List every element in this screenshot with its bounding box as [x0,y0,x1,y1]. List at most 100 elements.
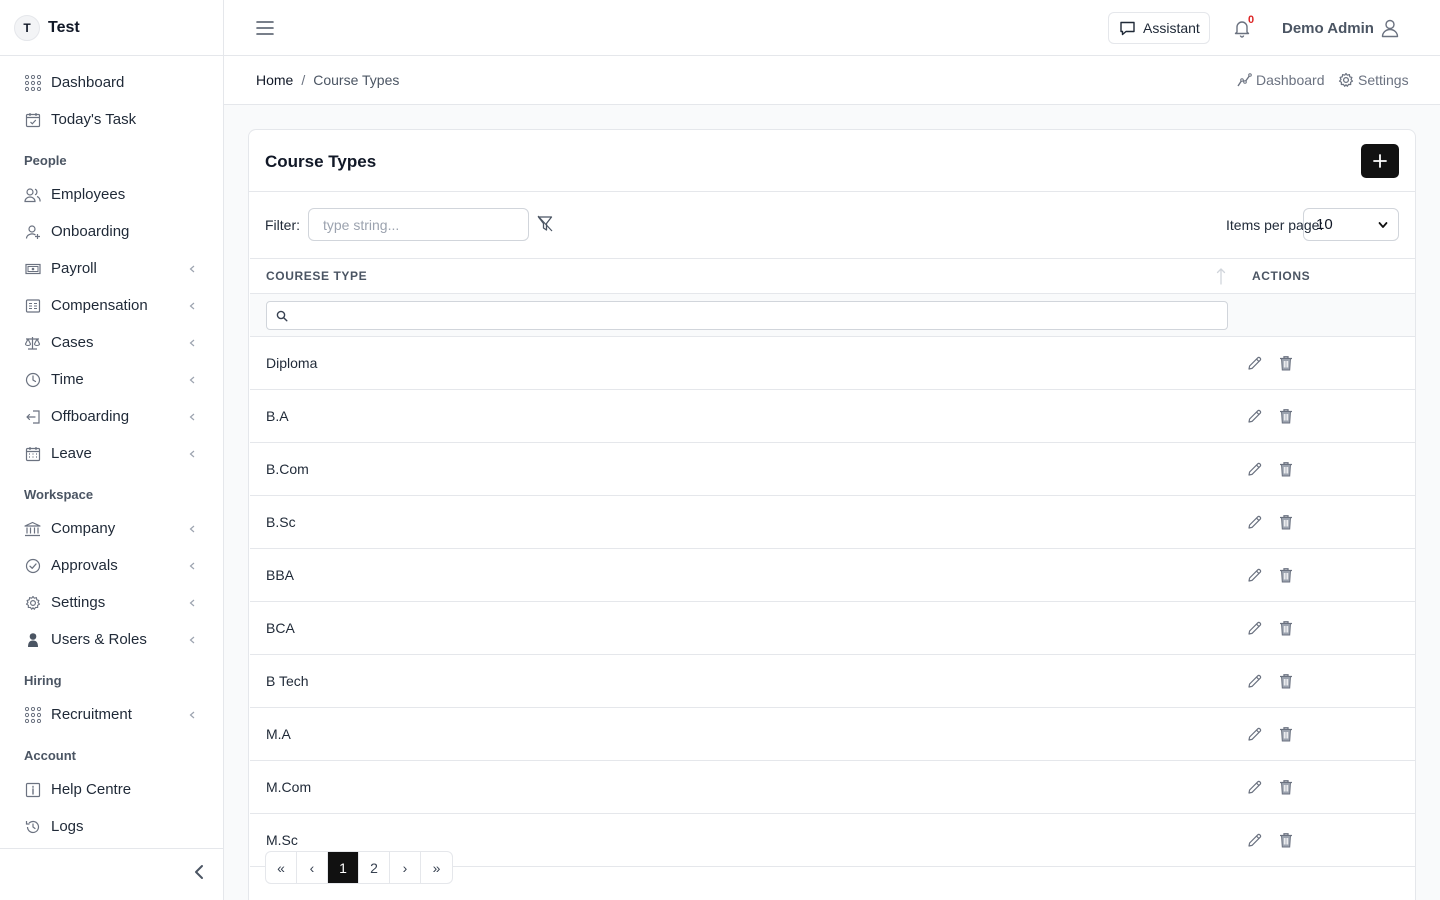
column-header-course-type[interactable]: COURESE TYPE [250,258,1236,294]
sidebar-item-label: Payroll [51,260,97,277]
sidebar-section-hiring: Hiring [24,673,62,688]
delete-trash-icon[interactable] [1279,514,1293,530]
delete-trash-icon[interactable] [1279,620,1293,636]
column-search-input[interactable] [266,300,1228,330]
plus-icon [1373,154,1387,168]
delete-trash-icon[interactable] [1279,726,1293,742]
prev-page-button[interactable]: ‹ [297,852,328,883]
delete-trash-icon[interactable] [1279,355,1293,371]
delete-trash-icon[interactable] [1279,673,1293,689]
course-type-cell: BBA [250,548,1236,602]
gear-icon [24,594,41,611]
sidebar-item-cases[interactable]: Cases [0,324,223,361]
sidebar-item-label: Company [51,520,116,537]
edit-pencil-icon[interactable] [1246,567,1263,584]
sidebar-item-label: Onboarding [51,223,130,240]
course-type-cell: M.Com [250,760,1236,814]
delete-trash-icon[interactable] [1279,408,1293,424]
course-type-cell: B Tech [250,654,1236,708]
sidebar-item-onboarding[interactable]: Onboarding [0,213,223,250]
sidebar-item-company[interactable]: Company [0,510,223,547]
card-header: Course Types [249,130,1415,192]
sidebar-section-account: Account [24,748,76,763]
table-row: Diploma [250,336,1415,390]
edit-pencil-icon[interactable] [1246,832,1263,849]
user-shield-icon [24,631,41,648]
course-type-cell: B.Sc [250,495,1236,549]
last-page-button[interactable]: » [421,852,452,883]
edit-pencil-icon[interactable] [1246,408,1263,425]
filter-input[interactable] [308,208,529,241]
table-row: BCA [250,601,1415,655]
first-page-button[interactable]: « [266,852,297,883]
items-per-page-select[interactable]: 10 [1303,208,1399,241]
collapse-sidebar-icon[interactable] [193,864,205,885]
sidebar-item-time[interactable]: Time [0,361,223,398]
sidebar-item-label: Settings [51,594,106,611]
chevron-left-icon [189,413,197,421]
page-button-1[interactable]: 1 [328,852,359,883]
sidebar-item-offboarding[interactable]: Offboarding [0,398,223,435]
brand[interactable]: T Test [0,0,223,56]
sidebar-item-recruitment[interactable]: Recruitment [0,696,223,733]
quick-link-dashboard[interactable]: Dashboard [1236,72,1325,88]
sidebar-item-help-centre[interactable]: Help Centre [0,771,223,808]
breadcrumb-home-link[interactable]: Home [256,72,293,88]
edit-pencil-icon[interactable] [1246,620,1263,637]
sidebar-collapse-bar [0,848,223,900]
table-row: M.Com [250,760,1415,814]
sidebar-item-payroll[interactable]: Payroll [0,250,223,287]
add-course-type-button[interactable] [1361,144,1399,178]
delete-trash-icon[interactable] [1279,461,1293,477]
sidebar-item-label: Employees [51,186,126,203]
column-header-label: COURESE TYPE [266,269,368,283]
actions-cell [1236,654,1415,708]
edit-pencil-icon[interactable] [1246,673,1263,690]
assistant-button[interactable]: Assistant [1108,12,1210,44]
actions-cell [1236,601,1415,655]
info-icon [24,781,41,798]
sidebar-item-label: Today's Task [51,111,137,128]
sidebar-item-approvals[interactable]: Approvals [0,547,223,584]
chat-icon [1120,21,1135,35]
quick-link-settings[interactable]: Settings [1338,72,1409,88]
sort-asc-icon[interactable] [1216,267,1226,285]
sidebar-item-logs[interactable]: Logs [0,808,223,845]
actions-cell [1236,813,1415,867]
sidebar-item-compensation[interactable]: Compensation [0,287,223,324]
next-page-button[interactable]: › [390,852,421,883]
delete-trash-icon[interactable] [1279,779,1293,795]
edit-pencil-icon[interactable] [1246,461,1263,478]
page-button-2[interactable]: 2 [359,852,390,883]
edit-pencil-icon[interactable] [1246,514,1263,531]
sidebar-item-dashboard[interactable]: Dashboard [0,64,223,101]
sidebar-item-users-roles[interactable]: Users & Roles [0,621,223,658]
sidebar-item-label: Help Centre [51,781,132,798]
user-icon[interactable] [1380,18,1400,38]
building-icon [24,520,41,537]
chevron-left-icon [189,302,197,310]
edit-pencil-icon[interactable] [1246,726,1263,743]
breadcrumb-current: Course Types [313,72,400,88]
actions-cell [1236,495,1415,549]
actions-cell [1236,548,1415,602]
filter-icon[interactable] [537,215,553,238]
sidebar-item-today-s-task[interactable]: Today's Task [0,101,223,138]
edit-pencil-icon[interactable] [1246,355,1263,372]
edit-pencil-icon[interactable] [1246,779,1263,796]
user-name[interactable]: Demo Admin [1282,20,1374,37]
sidebar-item-employees[interactable]: Employees [0,176,223,213]
clock-icon [24,371,41,388]
sidebar-item-label: Dashboard [51,74,125,91]
table-row: BBA [250,548,1415,602]
menu-toggle-icon[interactable] [256,18,274,38]
sidebar-item-leave[interactable]: Leave [0,435,223,472]
scale-icon [24,334,41,351]
delete-trash-icon[interactable] [1279,832,1293,848]
table-row: M.A [250,707,1415,761]
pagination: «‹ 1 2 ›» [265,851,453,884]
sidebar-section-workspace: Workspace [24,487,94,502]
sidebar-item-settings[interactable]: Settings [0,584,223,621]
table-row: B.Com [250,442,1415,496]
delete-trash-icon[interactable] [1279,567,1293,583]
